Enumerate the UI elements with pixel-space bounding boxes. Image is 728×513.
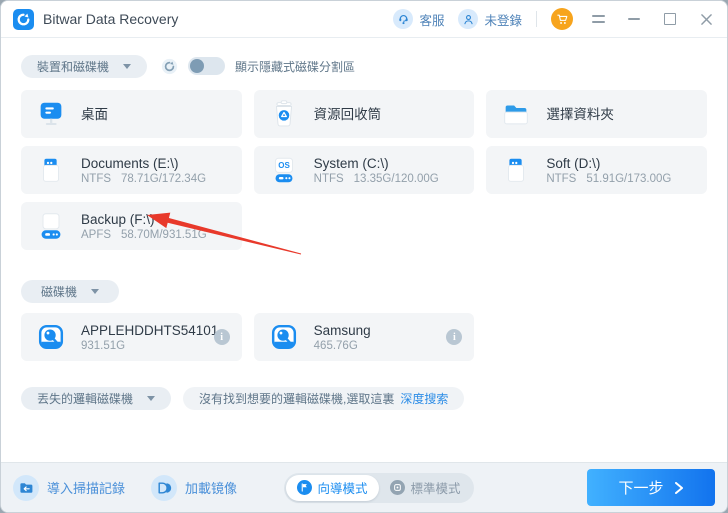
disk-dropdown[interactable]: 磁碟機	[21, 280, 120, 303]
standard-mode-tab[interactable]: 標準模式	[379, 475, 472, 501]
partition-fs: NTFS	[81, 172, 112, 185]
lost-drive-row: 丟失的邏輯磁碟機 沒有找到想要的邏輯磁碟機,選取這裏 深度搜索	[21, 387, 707, 410]
locations-grid: 桌面 資源回收筒 選擇資料夾 Documents (E:\) NTFS 78.7…	[21, 90, 707, 250]
next-step-button[interactable]: 下一步	[587, 469, 715, 506]
titlebar: Bitwar Data Recovery 客服 未登錄	[1, 1, 727, 38]
login-button[interactable]: 未登錄	[458, 9, 522, 29]
partition-size: 13.35G/120.00G	[353, 172, 439, 185]
support-label: 客服	[419, 13, 445, 28]
import-scan-record-label: 導入掃描記錄	[47, 481, 126, 496]
disk-image-icon	[151, 474, 178, 501]
menu-icon[interactable]	[587, 8, 609, 30]
disk-size: 931.51G	[81, 339, 126, 352]
app-window: Bitwar Data Recovery 客服 未登錄 裝置和磁碟機 顯示隱藏式…	[0, 0, 728, 513]
import-scan-record-button[interactable]: 導入掃描記錄	[13, 474, 126, 501]
lost-drive-hint-text: 沒有找到想要的邏輯磁碟機,選取這裏	[199, 392, 395, 406]
quick-access-card-desktop[interactable]: 桌面	[21, 90, 242, 138]
info-icon[interactable]: i	[446, 329, 463, 345]
toggle-knob	[190, 59, 205, 73]
partition-card-documents[interactable]: Documents (E:\) NTFS 78.71G/172.34G	[21, 146, 242, 194]
partition-fs: NTFS	[313, 172, 344, 185]
login-label: 未登錄	[484, 13, 522, 28]
load-image-label: 加載镜像	[185, 481, 238, 496]
chevron-right-icon	[674, 481, 683, 494]
disk-card-applehdd[interactable]: APPLEHDDHTS54101... 931.51G i	[21, 313, 242, 361]
main-content: 裝置和磁碟機 顯示隱藏式磁碟分割區 桌面 資源回收筒 選擇資料夾 Documen…	[1, 38, 727, 410]
partition-name: System (C:\)	[313, 155, 389, 171]
lost-drive-dropdown-label: 丟失的邏輯磁碟機	[37, 392, 134, 406]
headset-icon	[393, 9, 414, 29]
partition-size: 51.91G/173.00G	[586, 172, 672, 185]
partition-card-backup[interactable]: Backup (F:\) APFS 58.70M/931.51G	[21, 202, 242, 250]
disk-dropdown-label: 磁碟機	[41, 285, 78, 299]
close-button[interactable]	[695, 8, 717, 30]
drive-icon	[499, 153, 533, 187]
show-hidden-partitions-toggle[interactable]	[188, 57, 226, 75]
disk-section-header: 磁碟機	[21, 280, 707, 303]
backup-drive-icon	[34, 209, 68, 243]
wizard-mode-label: 向導模式	[317, 482, 368, 496]
device-type-dropdown-label: 裝置和磁碟機	[37, 59, 110, 74]
show-hidden-partitions-label: 顯示隱藏式磁碟分割區	[235, 59, 356, 74]
load-image-button[interactable]: 加載镜像	[151, 474, 238, 501]
disk-size: 465.76G	[313, 339, 358, 352]
mode-switch: 向導模式 標準模式	[283, 472, 474, 503]
wizard-mode-tab[interactable]: 向導模式	[285, 474, 379, 501]
app-logo-icon	[13, 8, 34, 30]
desktop-icon	[34, 97, 68, 131]
disks-grid: APPLEHDDHTS54101... 931.51G i Samsung 46…	[21, 313, 707, 361]
disk-name: APPLEHDDHTS54101...	[81, 322, 230, 338]
disk-name: Samsung	[313, 322, 371, 338]
svg-text:OS: OS	[278, 161, 290, 170]
partition-card-system[interactable]: OS System (C:\) NTFS 13.35G/120.00G	[253, 146, 475, 194]
lost-drive-hint: 沒有找到想要的邏輯磁碟機,選取這裏 深度搜索	[183, 387, 465, 410]
partition-size: 58.70M/931.51G	[121, 228, 207, 241]
maximize-button[interactable]	[659, 8, 681, 30]
quick-access-label: 桌面	[81, 106, 108, 122]
refresh-icon[interactable]	[161, 58, 178, 75]
drive-icon	[34, 153, 68, 187]
quick-access-card-select-folder[interactable]: 選擇資料夾	[486, 90, 707, 138]
user-icon	[458, 9, 479, 29]
partition-fs: APFS	[81, 228, 112, 241]
info-icon[interactable]: i	[213, 329, 230, 345]
chevron-down-icon	[147, 396, 156, 401]
quick-access-label: 選擇資料夾	[546, 106, 614, 122]
chevron-down-icon	[91, 289, 100, 294]
minimize-button[interactable]	[623, 8, 645, 30]
filter-row: 裝置和磁碟機 顯示隱藏式磁碟分割區	[21, 54, 707, 78]
disk-search-icon	[34, 320, 68, 354]
os-drive-icon: OS	[267, 153, 301, 187]
app-title: Bitwar Data Recovery	[43, 11, 179, 27]
import-folder-icon	[13, 474, 39, 501]
folder-icon	[499, 97, 533, 131]
next-step-label: 下一步	[618, 480, 664, 497]
partition-name: Backup (F:\)	[81, 211, 155, 227]
partition-size: 78.71G/172.34G	[121, 172, 207, 185]
partition-name: Soft (D:\)	[546, 155, 601, 171]
support-button[interactable]: 客服	[393, 9, 444, 29]
flag-icon	[296, 480, 312, 495]
partition-name: Documents (E:\)	[81, 155, 179, 171]
cart-icon[interactable]	[551, 8, 573, 30]
disk-card-samsung[interactable]: Samsung 465.76G i	[253, 313, 475, 361]
partition-fs: NTFS	[546, 172, 577, 185]
partition-card-soft[interactable]: Soft (D:\) NTFS 51.91G/173.00G	[486, 146, 707, 194]
quick-access-card-recycle-bin[interactable]: 資源回收筒	[253, 90, 475, 138]
recycle-bin-icon	[267, 97, 301, 131]
disk-search-icon	[267, 320, 301, 354]
standard-mode-icon	[389, 480, 405, 495]
lost-drive-dropdown[interactable]: 丟失的邏輯磁碟機	[21, 387, 172, 410]
titlebar-divider	[536, 11, 537, 27]
deep-search-link[interactable]: 深度搜索	[400, 390, 448, 407]
device-type-dropdown[interactable]: 裝置和磁碟機	[21, 54, 148, 78]
standard-mode-label: 標準模式	[410, 482, 461, 496]
quick-access-label: 資源回收筒	[313, 106, 382, 122]
chevron-down-icon	[123, 63, 132, 69]
bottombar: 導入掃描記錄 加載镜像 向導模式 標準模式 下一步	[1, 462, 727, 512]
